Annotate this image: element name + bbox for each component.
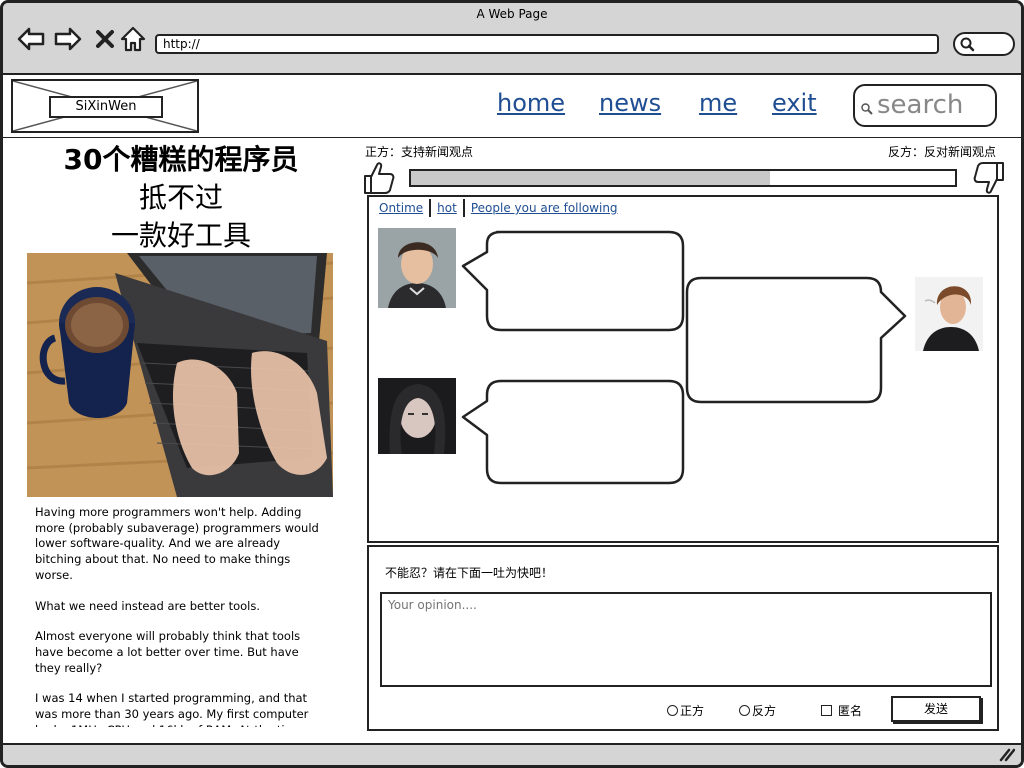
stop-button[interactable] [91,25,119,53]
browser-toolbar: A Web Page http:// [3,3,1021,75]
article-body: Having more programmers won't help. Addi… [35,505,325,727]
window-title: A Web Page [476,7,548,21]
composer-prompt: 不能忍？请在下面一吐为快吧！ [385,566,554,580]
user-avatar-photo [378,378,456,454]
nav-me-link[interactable]: me [699,89,737,117]
tab-ontime[interactable]: Ontime [373,201,429,215]
con-side-label: 反方：反对新闻观点 [888,145,997,159]
pro-ratio-fill [411,171,771,185]
laptop-typing-photo [27,253,333,497]
anonymous-checkbox[interactable]: 匿名 [821,702,862,719]
user-avatar-photo [378,228,456,308]
headline-line-1: 30个糟糕的程序员 [63,143,299,176]
thumbs-down-icon [973,162,1004,194]
thumbs-up-icon [364,162,395,194]
pro-side-label: 正方：支持新闻观点 [365,145,474,159]
radio-pro-label: 正方 [680,704,705,718]
avatar[interactable] [378,378,456,454]
arrow-left-icon [17,27,45,51]
comment-feed: Ontime hot People you are following [367,195,999,543]
avatar[interactable] [378,228,456,308]
search-icon [861,103,873,115]
like-button[interactable] [363,161,395,199]
user-avatar-photo [915,277,983,351]
close-icon [96,30,114,48]
headline-line-3: 一款好工具 [110,219,251,252]
radio-pro[interactable]: 正方 [667,702,704,719]
comment-composer: 不能忍？请在下面一吐为快吧！ 正方 反方 匿名 发送 [367,545,999,731]
nav-home-link[interactable]: home [497,89,565,117]
checkbox-icon [821,705,832,716]
radio-circle-icon [667,705,678,716]
back-button[interactable] [17,25,45,53]
radio-circle-icon [739,705,750,716]
anonymous-label: 匿名 [838,704,863,718]
speech-bubble-left [461,379,685,485]
home-button[interactable] [119,25,147,53]
article-paragraph: Having more programmers won't help. Addi… [35,505,319,582]
header-divider [3,137,1021,138]
speech-bubble-right [685,276,907,404]
avatar[interactable] [915,277,983,351]
logo-text: SiXinWen [49,96,163,118]
tab-following[interactable]: People you are following [465,201,624,215]
feed-tabs: Ontime hot People you are following [373,199,624,217]
arrow-right-icon [54,27,82,51]
dislike-button[interactable] [973,161,1005,199]
resize-grip-icon[interactable] [999,748,1015,762]
headline-line-2: 抵不过 [138,181,223,214]
opinion-textarea[interactable] [380,592,992,687]
forward-button[interactable] [54,25,82,53]
address-bar[interactable]: http:// [155,34,939,54]
site-logo[interactable]: SiXinWen [11,79,199,133]
radio-con-label: 反方 [752,704,777,718]
speech-bubble-left [461,230,685,332]
tab-hot[interactable]: hot [431,201,463,215]
article-headline: 30个糟糕的程序员 抵不过 一款好工具 [21,141,341,255]
send-button[interactable]: 发送 [891,696,981,722]
search-placeholder: search [877,90,964,120]
browser-search-field[interactable] [953,32,1015,56]
article-paragraph: Almost everyone will probably think that… [35,629,301,675]
status-bar [3,743,1021,765]
nav-news-link[interactable]: news [599,89,661,117]
article-image [27,253,333,497]
radio-con[interactable]: 反方 [739,702,776,719]
article-paragraph: What we need instead are better tools. [35,598,260,613]
nav-exit-link[interactable]: exit [772,89,817,117]
article-paragraph: I was 14 when I started programming, and… [35,691,309,727]
site-search-input[interactable]: search [853,84,997,127]
browser-window: A Web Page http:// SiXinWen home news me… [0,0,1024,768]
opinion-ratio-bar [409,169,957,187]
home-icon [120,26,146,52]
search-icon [960,37,975,52]
